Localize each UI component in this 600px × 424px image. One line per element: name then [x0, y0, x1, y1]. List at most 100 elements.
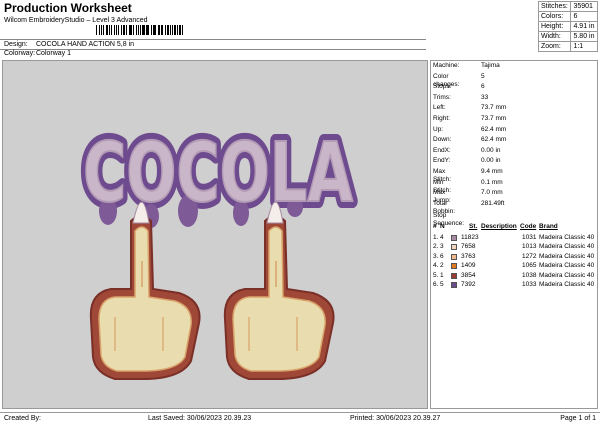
stat-label: Zoom:: [537, 41, 572, 52]
row-needle: 4: [440, 234, 444, 241]
col-description: Description: [481, 223, 517, 230]
detail-value: 0.00 in: [481, 146, 501, 154]
sequence-row: 3. 6 3763 1272 Madeira Classic 40: [431, 253, 597, 262]
detail-label: Machine:: [433, 62, 460, 69]
row-code: 1033: [522, 281, 537, 288]
row-index: 4.: [433, 262, 439, 270]
stat-row: Colors: 6: [537, 11, 598, 22]
detail-value: 0.1 mm: [481, 178, 503, 186]
right-hand: [223, 201, 335, 380]
detail-value: Tajima: [481, 62, 500, 69]
detail-label: Trims:: [433, 93, 451, 101]
stat-value: 6: [570, 11, 598, 22]
detail-label: Left:: [433, 104, 446, 112]
sequence-row: 5. 1 3854 1038 Madeira Classic 40: [431, 272, 597, 281]
stat-label: Height:: [537, 21, 572, 32]
sequence-header: # N St. Description Code Brand: [431, 223, 597, 232]
last-saved: Last Saved: 30/06/2023 20.39.23: [148, 415, 252, 422]
detail-value: 6: [481, 83, 485, 91]
row-stitches: 1409: [461, 262, 476, 270]
color-swatch: [451, 244, 457, 251]
colorway-label: Colorway:: [4, 50, 36, 57]
detail-value: 73.7 mm: [481, 104, 507, 112]
color-swatch: [451, 235, 457, 241]
row-code: 1038: [522, 271, 537, 279]
barcode: [96, 25, 184, 37]
color-swatch: [451, 282, 457, 288]
detail-value: 281.49ft: [481, 199, 505, 207]
row-needle: 2: [440, 262, 444, 270]
stats-table: Stitches: 35901 Colors: 6 Height: 4.91 in Widt…: [537, 1, 598, 52]
row-brand: Madeira Classic 40: [539, 262, 595, 270]
detail-value: 7.0 mm: [481, 189, 503, 197]
printed-date: Printed: 30/06/2023 20.39.27: [350, 415, 441, 422]
detail-value: 0.00 in: [481, 157, 501, 165]
left-hand: [89, 201, 201, 380]
row-stitches: 7392: [461, 281, 476, 288]
design-preview: COCOLA COCOLA: [2, 60, 428, 409]
design-name: COCOLA HAND ACTION 5,8 in: [36, 41, 135, 48]
col-stitches: St.: [469, 223, 478, 230]
row-brand: Madeira Classic 40: [539, 252, 595, 260]
row-needle: 1: [440, 271, 444, 279]
row-brand: Madeira Classic 40: [539, 234, 595, 241]
stat-row: Width: 5.80 in: [537, 31, 598, 42]
row-needle: 5: [440, 281, 444, 288]
row-brand: Madeira Classic 40: [539, 271, 595, 279]
row-brand: Madeira Classic 40: [539, 281, 595, 288]
stat-value: 4.91 in: [570, 21, 598, 32]
row-stitches: 3854: [461, 271, 476, 279]
stat-value: 35901: [570, 1, 598, 12]
embroidery-design: COCOLA COCOLA: [76, 119, 360, 380]
detail-value: 33: [481, 93, 489, 101]
row-index: 5.: [433, 271, 439, 279]
row-needle: 6: [440, 252, 444, 260]
row-index: 6.: [433, 281, 439, 288]
stat-row: Height: 4.91 in: [537, 21, 598, 32]
row-index: 1.: [433, 234, 439, 241]
row-brand: Madeira Classic 40: [539, 243, 595, 251]
detail-label: Up:: [433, 125, 444, 133]
row-stitches: 3763: [461, 252, 476, 260]
col-brand: Brand: [539, 223, 558, 230]
row-code: 1065: [522, 262, 537, 270]
software-name: Wilcom EmbroideryStudio – Level 3 Advanc…: [4, 17, 148, 24]
row-code: 1013: [522, 243, 537, 251]
sequence-row: 6. 5 7392 1033 Madeira Classic 40: [431, 281, 597, 290]
detail-value: 5: [481, 72, 485, 80]
created-by: Created By:: [4, 415, 41, 422]
color-swatch: [451, 272, 457, 279]
stat-row: Stitches: 35901: [537, 1, 598, 12]
row-index: 2.: [433, 243, 439, 251]
row-needle: 3: [440, 243, 444, 251]
colorway-value: Colorway 1: [36, 50, 72, 57]
stat-label: Width:: [537, 31, 572, 42]
row-stitches: 11823: [461, 234, 479, 241]
sequence-row: 1. 4 11823 1031 Madeira Classic 40: [431, 234, 597, 243]
detail-label: EndY:: [433, 157, 451, 165]
color-swatch: [451, 253, 457, 260]
detail-label: Stops:: [433, 83, 452, 91]
col-code: Code: [520, 223, 537, 230]
row-index: 3.: [433, 252, 439, 260]
worksheet-title: Production Worksheet: [4, 1, 132, 15]
stat-label: Stitches:: [537, 1, 572, 12]
stat-value: 1:1: [570, 41, 598, 52]
page-number: Page 1 of 1: [560, 415, 596, 422]
col-n: N: [440, 223, 445, 230]
detail-value: 73.7 mm: [481, 115, 507, 122]
detail-value: 62.4 mm: [481, 136, 507, 144]
stat-label: Colors:: [537, 11, 572, 22]
stat-value: 5.80 in: [570, 31, 598, 42]
detail-value: 9.4 mm: [481, 168, 503, 175]
col-index: #: [433, 223, 437, 230]
design-text: COCOLA: [83, 126, 353, 221]
sequence-row: 4. 2 1409 1065 Madeira Classic 40: [431, 262, 597, 271]
detail-label: EndX:: [433, 146, 451, 154]
row-code: 1272: [522, 252, 537, 260]
row-code: 1031: [522, 234, 537, 241]
detail-label: Down:: [433, 136, 452, 144]
color-swatch: [451, 263, 457, 270]
footer: Created By: Last Saved: 30/06/2023 20.39…: [0, 412, 600, 424]
row-stitches: 7658: [461, 243, 476, 251]
